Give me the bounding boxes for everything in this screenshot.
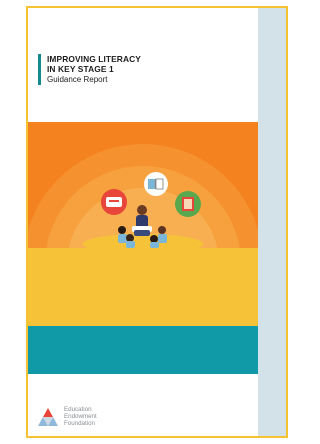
- eef-logo: Education Endowment Foundation: [38, 406, 97, 427]
- publisher-line-1: Education: [64, 406, 92, 413]
- notebook-icon: [175, 191, 201, 217]
- triangle-logo-icon: [38, 407, 58, 426]
- report-cover: IMPROVING LITERACY IN KEY STAGE 1 Guidan…: [26, 6, 288, 438]
- open-book-icon: [144, 172, 168, 196]
- speech-bubble-icon: [101, 189, 127, 215]
- teal-band: [28, 326, 258, 374]
- publisher-name: Education Endowment Foundation: [64, 406, 97, 427]
- reading-circle-illustration: [28, 144, 258, 248]
- report-subtitle: Guidance Report: [47, 75, 108, 84]
- yellow-band: [28, 248, 258, 326]
- cover-illustration: [28, 122, 258, 248]
- cover-front: IMPROVING LITERACY IN KEY STAGE 1 Guidan…: [28, 8, 258, 436]
- title-block: IMPROVING LITERACY IN KEY STAGE 1 Guidan…: [38, 54, 141, 85]
- report-title-line-1: IMPROVING LITERACY: [47, 54, 141, 64]
- publisher-line-2: Endowment: [64, 413, 97, 420]
- publisher-line-3: Foundation: [64, 420, 95, 427]
- report-title-line-2: IN KEY STAGE 1: [47, 64, 114, 74]
